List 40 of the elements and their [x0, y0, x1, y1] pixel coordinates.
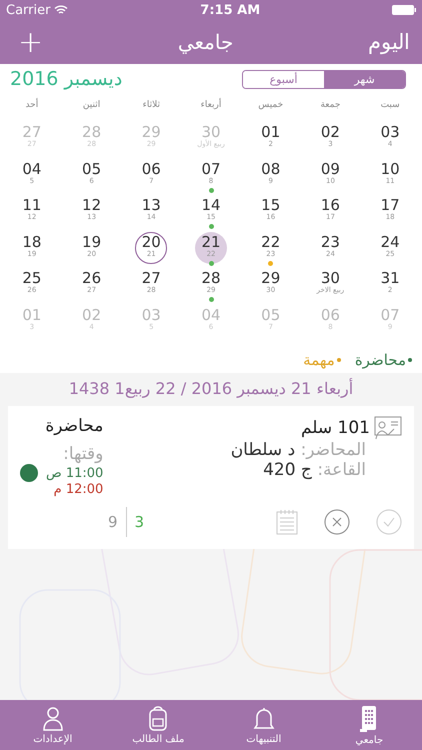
month-title: ديسمبر 2016 — [10, 68, 122, 90]
wifi-icon — [54, 5, 68, 15]
weekday-label: أحد — [24, 97, 40, 112]
legend-item: مهمة — [303, 351, 335, 369]
tab-bar-item[interactable]: ملف الطالب — [106, 700, 211, 750]
start-time: 11:00 ص — [46, 466, 104, 480]
weekday-label: ثلاثاء — [142, 99, 161, 112]
backpack-icon — [148, 706, 168, 732]
event-title: 101 سلم — [300, 418, 370, 438]
today-button[interactable]: اليوم — [368, 30, 410, 54]
carrier-label: Carrier — [6, 2, 50, 18]
notepad-icon[interactable] — [276, 509, 298, 535]
clock-time: 7:15 AM — [200, 2, 260, 18]
total-count: 9 — [107, 513, 119, 531]
lecturer-label: المحاضر: د سلطان — [230, 440, 366, 460]
weekday-label: جمعة — [319, 99, 342, 112]
status-dot-icon — [20, 464, 38, 482]
tab-bar-item[interactable]: جامعي — [316, 700, 422, 750]
event-type: محاضرة — [45, 416, 104, 436]
user-icon — [42, 706, 64, 732]
attended-count: 3 — [134, 513, 146, 531]
weekday-label: سبت — [380, 99, 401, 112]
selected-date: أربعاء 21 ديسمبر 2016 / 22 ربيع1 1438 — [68, 377, 354, 400]
add-button[interactable]: + — [18, 24, 44, 60]
nav-title: جامعي — [178, 30, 234, 54]
close-icon[interactable] — [324, 509, 350, 535]
bell-icon — [252, 706, 276, 732]
battery-icon — [392, 5, 416, 15]
tab-bar-item[interactable]: الإعدادات — [0, 700, 106, 750]
legend-item: محاضرة — [354, 351, 406, 369]
tab-bar-item[interactable]: التنبيهات — [211, 700, 316, 750]
view-tab[interactable]: شهر — [324, 70, 405, 88]
presentation-icon — [374, 416, 402, 440]
weekday-label: اثنين — [82, 99, 102, 112]
check-icon[interactable] — [376, 509, 402, 535]
weekday-label: خميس — [257, 99, 284, 112]
weekday-label: أربعاء — [200, 97, 222, 112]
end-time: 12:00 م — [54, 482, 104, 497]
time-label: وقتها: — [63, 444, 104, 464]
room-label: القاعة: ج 420 — [262, 460, 366, 480]
